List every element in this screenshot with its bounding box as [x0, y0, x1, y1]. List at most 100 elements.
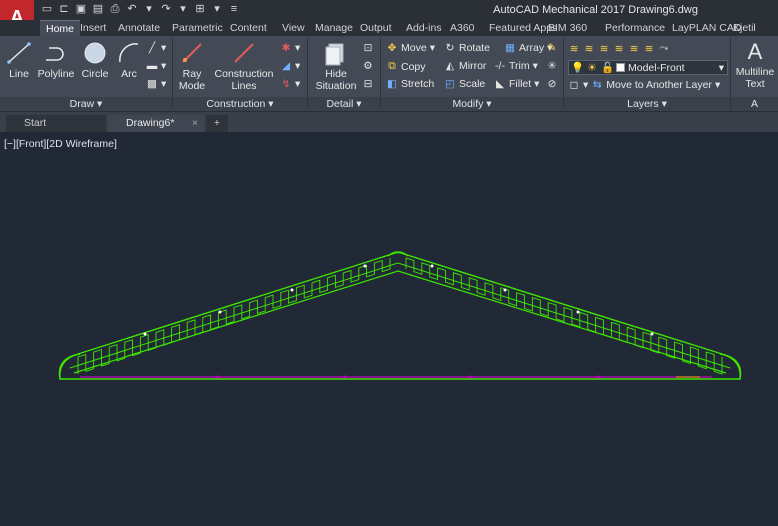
redo-dropdown-icon[interactable]: ▾ [176, 2, 190, 16]
construction-lines-tool[interactable]: Construction Lines [212, 40, 276, 92]
erase-icon: ✎ [547, 42, 557, 54]
start-tab[interactable]: Start [6, 115, 106, 132]
trim-button[interactable]: -/- Trim ▾ [494, 60, 538, 72]
ribbon-tab-insert[interactable]: Insert [80, 20, 106, 36]
ribbon-tab-annotate[interactable]: Annotate [118, 20, 160, 36]
layer-properties-icon[interactable]: ≋ [568, 43, 580, 55]
detail-panel-label[interactable]: Detail ▾ [308, 97, 380, 111]
layer-match-icon[interactable]: ⤳ [658, 42, 670, 55]
drawing-viewport[interactable]: [−][Front][2D Wireframe] [0, 132, 778, 526]
drawing-tab[interactable]: Drawing6* × [108, 115, 204, 132]
layer-state-icon[interactable]: ≋ [583, 43, 595, 55]
right-end-cap [719, 353, 742, 380]
ribbon-tab-add-ins[interactable]: Add-ins [406, 20, 442, 36]
mirror-button[interactable]: ◭ Mirror [444, 60, 486, 72]
truss-mid-chord [69, 262, 731, 369]
ribbon-panel-area: Line Polyline Circle Arc ╱ ▾ ▬ ▾ ▩ ▾ Draw ▾… [0, 36, 778, 112]
print-icon[interactable]: ⎙ [108, 2, 122, 16]
ribbon-tab-parametric[interactable]: Parametric [172, 20, 223, 36]
ribbon-tab-view[interactable]: View [282, 20, 305, 36]
hatch-tool[interactable]: ▬ ▾ [146, 60, 167, 72]
close-icon[interactable]: × [192, 115, 198, 132]
workspace-dropdown-icon[interactable]: ▾ [210, 2, 224, 16]
pencil-icon: ╱ [148, 42, 156, 54]
layers-panel-label[interactable]: Layers ▾ [564, 97, 730, 111]
detail-settings-icon: ⚙ [363, 60, 373, 72]
modify-panel-label[interactable]: Modify ▾ [381, 97, 563, 111]
new-tab-button[interactable]: + [206, 115, 228, 132]
undo-dropdown-icon[interactable]: ▾ [142, 2, 156, 16]
ribbon-tab-content[interactable]: Content [230, 20, 267, 36]
offset-icon: ⊘ [547, 78, 557, 90]
left-end-cap [58, 353, 81, 380]
construction-misc-tool[interactable]: ↯ ▾ [280, 78, 301, 90]
stretch-button[interactable]: ◧ Stretch [386, 78, 434, 90]
layer-square-icon: ◻ [569, 79, 579, 91]
detail-tool-1[interactable]: ⊡ [362, 42, 374, 54]
layer-isolate-icon[interactable]: ≋ [598, 43, 610, 55]
construction-offset-tool[interactable]: ◢ ▾ [280, 60, 300, 72]
polyline-tool[interactable]: Polyline [36, 40, 76, 80]
rectangle-tool[interactable]: ╱ ▾ [146, 42, 166, 54]
new-file-icon[interactable]: ▭ [40, 2, 54, 16]
ribbon-tab-output[interactable]: Output [360, 20, 392, 36]
truss-drawing [58, 251, 742, 380]
copy-icon: ⧉ [388, 60, 396, 72]
trim-icon: -/- [495, 60, 505, 72]
layer-freeze-icon[interactable]: ≋ [643, 43, 655, 55]
truss-node-0 [143, 332, 147, 336]
copy-button[interactable]: ⧉ Copy [386, 60, 425, 73]
rotate-button[interactable]: ↻ Rotate [444, 42, 490, 54]
ribbon-tab-home[interactable]: Home [40, 20, 81, 36]
customize-qat-icon[interactable]: ≡ [227, 2, 241, 16]
ray-mode-tool[interactable]: Ray Mode [176, 40, 208, 92]
truss-web-left [77, 258, 391, 374]
draw-panel-label[interactable]: Draw ▾ [0, 97, 172, 111]
scale-button[interactable]: ◰ Scale [444, 78, 485, 90]
detail-tool-3[interactable]: ⊟ [362, 78, 374, 90]
undo-icon[interactable]: ↶ [125, 2, 139, 16]
stretch-icon: ◧ [387, 78, 397, 90]
window-title: AutoCAD Mechanical 2017 Drawing6.dwg [493, 4, 698, 16]
detail-tool-2[interactable]: ⚙ [362, 60, 374, 72]
move-to-another-layer-button[interactable]: ◻ ▾ ⇆ Move to Another Layer ▾ [568, 79, 721, 91]
ribbon-tab-bim-360[interactable]: BIM 360 [548, 20, 587, 36]
open-file-icon[interactable]: ⊏ [57, 2, 71, 16]
move-button[interactable]: ✥ Move ▾ [386, 42, 435, 54]
chevron-down-icon: ▾ [161, 60, 167, 72]
save-as-icon[interactable]: ▤ [91, 2, 105, 16]
ribbon-tab-kjetil[interactable]: Kjetil [733, 20, 756, 36]
arc-tool[interactable]: Arc [114, 40, 144, 80]
ribbon-tab-layplan-cad[interactable]: LayPLAN CAD [672, 20, 741, 36]
modify-extra-1[interactable]: ✎ [546, 42, 558, 54]
move-layer-icon: ⇆ [592, 79, 602, 91]
chevron-down-icon: ▾ [161, 42, 167, 54]
circle-tool[interactable]: Circle [78, 40, 112, 80]
fillet-button[interactable]: ◣ Fillet ▾ [494, 78, 540, 90]
ribbon-tab-performance[interactable]: Performance [605, 20, 665, 36]
workspace-icon[interactable]: ⊞ [193, 2, 207, 16]
offset-icon: ◢ [281, 60, 291, 72]
chevron-down-icon: ▾ [718, 61, 724, 74]
layer-off-icon[interactable]: ≋ [628, 43, 640, 55]
construction-panel-label[interactable]: Construction ▾ [173, 97, 307, 111]
polyline-icon [46, 47, 64, 61]
redo-icon[interactable]: ↷ [159, 2, 173, 16]
multiline-text-tool[interactable]: A Multiline Text [734, 40, 776, 91]
layer-dropdown[interactable]: 💡 ☀ 🔓 Model-Front ▾ [568, 60, 728, 75]
ribbon-tab-a360[interactable]: A360 [450, 20, 475, 36]
gradient-tool[interactable]: ▩ ▾ [146, 78, 166, 90]
ribbon-tab-manage[interactable]: Manage [315, 20, 353, 36]
layer-unisolate-icon[interactable]: ≋ [613, 43, 625, 55]
chevron-down-icon: ▾ [714, 79, 721, 91]
title-bar: ▭ ⊏ ▣ ▤ ⎙ ↶ ▾ ↷ ▾ ⊞ ▾ ≡ AutoCAD Mechanic… [0, 0, 778, 20]
annotation-panel-label[interactable]: A [731, 97, 778, 111]
line-tool[interactable]: Line [4, 40, 34, 80]
modify-extra-2[interactable]: ✳ [546, 60, 558, 72]
construction-misc-icon: ↯ [281, 78, 291, 90]
hide-situation-tool[interactable]: Hide Situation [312, 40, 360, 92]
construction-circle-tool[interactable]: ✱ ▾ [280, 42, 301, 54]
save-icon[interactable]: ▣ [74, 2, 88, 16]
truss-inner-chord [73, 270, 727, 374]
modify-extra-3[interactable]: ⊘ [546, 78, 558, 90]
